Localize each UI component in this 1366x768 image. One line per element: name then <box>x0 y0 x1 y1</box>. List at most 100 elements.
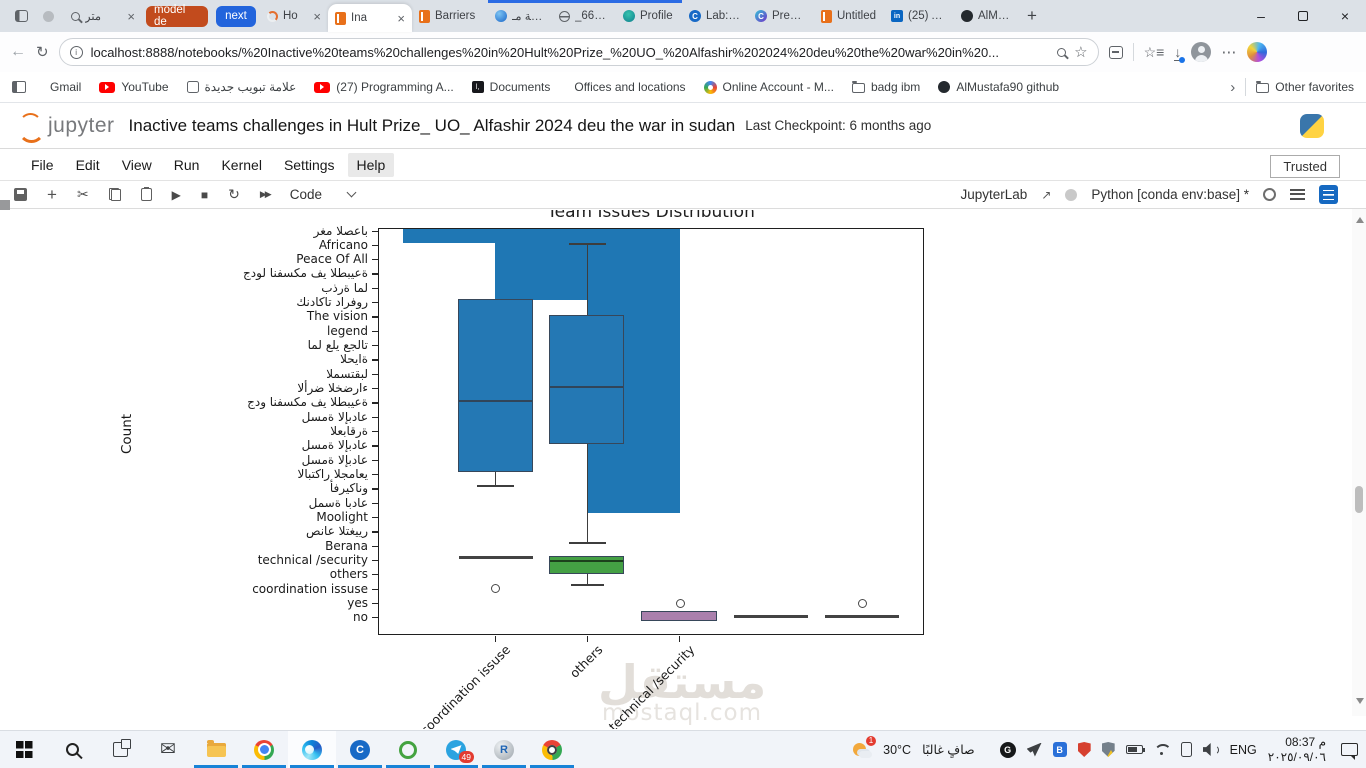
notebook-title[interactable]: Inactive teams challenges in Hult Prize_… <box>129 116 736 136</box>
bookmark-item[interactable]: Gmail <box>44 80 81 94</box>
bookmark-item[interactable]: Documents <box>471 80 550 94</box>
close-icon[interactable]: × <box>313 10 321 23</box>
browser-tab[interactable]: Barriers <box>412 0 488 32</box>
copilot-icon[interactable] <box>1247 42 1268 62</box>
browser-tab[interactable]: (25) AL- <box>884 0 954 32</box>
settings-panel-icon[interactable] <box>1319 185 1338 204</box>
taskbar-app-ring[interactable] <box>384 731 432 768</box>
close-icon[interactable]: × <box>397 12 405 25</box>
wifi-icon[interactable] <box>1154 744 1170 756</box>
paste-cell-button[interactable] <box>140 186 152 201</box>
taskbar-app-explorer[interactable] <box>192 731 240 768</box>
close-button[interactable]: × <box>1324 0 1366 32</box>
cell-type-dropdown[interactable]: Code <box>290 187 357 202</box>
restart-kernel-button[interactable]: ↻ <box>228 186 240 203</box>
shield-warn-icon[interactable] <box>1101 742 1115 757</box>
bookmark-item[interactable]: Offices and locations <box>568 80 685 94</box>
taskbar-app-canva-app[interactable] <box>336 731 384 768</box>
browser-tab[interactable]: AlMusta <box>954 0 1020 32</box>
bookmark-item[interactable]: badg ibm <box>851 80 920 94</box>
bookmark-item[interactable]: (27) Programming A... <box>314 80 454 94</box>
browser-tab[interactable]: Profile <box>616 0 682 32</box>
menu-kernel[interactable]: Kernel <box>212 153 270 177</box>
menu-settings[interactable]: Settings <box>275 153 344 177</box>
shield-red-icon[interactable] <box>1077 742 1091 757</box>
language-indicator[interactable]: ENG <box>1230 743 1257 757</box>
browser-tab[interactable]: _661e8c <box>552 0 616 32</box>
trusted-button[interactable]: Trusted <box>1270 155 1340 178</box>
notification-center-icon[interactable] <box>1341 743 1358 760</box>
save-button[interactable] <box>14 188 27 201</box>
phone-icon[interactable] <box>1180 742 1192 757</box>
run-all-button[interactable]: ▶▶ <box>260 189 272 200</box>
minimize-button[interactable]: – <box>1240 0 1282 32</box>
jupyter-logo-icon[interactable] <box>14 112 45 143</box>
add-cell-button[interactable]: + <box>47 185 57 205</box>
browser-tab[interactable]: Presenta <box>748 0 814 32</box>
taskbar-app-chrome-profile[interactable] <box>528 731 576 768</box>
scrollbar-thumb[interactable] <box>1355 486 1363 513</box>
copy-cell-button[interactable] <box>108 188 121 201</box>
jupyter-logo-text[interactable]: jupyter <box>48 114 115 138</box>
taskbar-app-telegram-app[interactable]: 49 <box>432 731 480 768</box>
menu-run[interactable]: Run <box>165 153 209 177</box>
browser-tab[interactable] <box>36 0 64 32</box>
notification-menu-icon[interactable] <box>1290 189 1305 200</box>
menu-help[interactable]: Help <box>347 152 395 177</box>
address-bar[interactable]: i localhost:8888/notebooks/%20Inactive%2… <box>58 38 1099 66</box>
battery-icon[interactable] <box>1125 745 1146 754</box>
back-icon[interactable]: ← <box>10 43 26 61</box>
scroll-up-icon[interactable] <box>1355 217 1364 223</box>
new-tab-button[interactable]: + <box>1020 0 1050 32</box>
volume-icon[interactable] <box>1203 743 1219 756</box>
browser-essentials-icon[interactable] <box>1108 45 1123 59</box>
taskbar-app-rstudio[interactable] <box>480 731 528 768</box>
browser-tab[interactable]: متر × <box>64 0 142 32</box>
menu-edit[interactable]: Edit <box>67 153 109 177</box>
taskbar-app-mail[interactable]: ✉ <box>144 731 192 768</box>
weather-temp[interactable]: 30°C <box>883 743 911 757</box>
debugger-icon[interactable] <box>1065 188 1078 201</box>
kernel-name[interactable]: Python [conda env:base] * <box>1091 187 1249 202</box>
url-text[interactable]: localhost:8888/notebooks/%20Inactive%20t… <box>91 45 1050 60</box>
taskbar-app-tsearch[interactable] <box>48 731 96 768</box>
taskbar-app-edge[interactable] <box>288 731 336 768</box>
zoom-page-icon[interactable] <box>1057 47 1067 57</box>
menu-file[interactable]: File <box>22 153 63 177</box>
scroll-down-icon[interactable] <box>1355 698 1364 704</box>
browser-menu-icon[interactable]: ⋯ <box>1221 43 1237 61</box>
sidebar-icon[interactable] <box>12 81 26 93</box>
clock[interactable]: 08:37 م ٢٠٢٥/٠٩/٠٦ <box>1268 735 1326 765</box>
taskbar-app-taskview[interactable] <box>96 731 144 768</box>
weather-desc[interactable]: صافٍ غالبًا <box>922 742 975 757</box>
favorites-bar-icon[interactable]: ☆≡ <box>1144 44 1165 61</box>
tab-group[interactable]: next <box>216 5 256 27</box>
g-icon[interactable] <box>999 741 1016 758</box>
bt-icon[interactable] <box>1052 742 1067 757</box>
tab-group[interactable]: model de <box>146 4 208 28</box>
taskbar-app-win[interactable] <box>0 731 48 768</box>
bookmarks-overflow-icon[interactable]: › <box>1230 79 1235 96</box>
downloads-icon[interactable]: ↓ <box>1174 44 1186 63</box>
maximize-button[interactable] <box>1282 0 1324 32</box>
stop-kernel-button[interactable]: ■ <box>201 188 208 202</box>
bookmark-item[interactable]: علامة تبويب جديدة <box>186 80 296 94</box>
bookmark-item[interactable]: AlMustafa90 github <box>938 80 1059 94</box>
weather-icon[interactable]: 1 <box>852 735 877 760</box>
browser-tab[interactable]: Untitled <box>814 0 884 32</box>
plane-icon[interactable] <box>1026 742 1042 757</box>
menu-view[interactable]: View <box>113 153 161 177</box>
site-info-icon[interactable]: i <box>69 45 83 59</box>
cut-cell-button[interactable]: ✂ <box>77 186 89 203</box>
other-favorites[interactable]: Other favorites <box>1256 80 1354 94</box>
browser-tab[interactable]: إضافة مـ <box>488 0 552 32</box>
favorite-star-icon[interactable]: ☆ <box>1074 43 1087 61</box>
refresh-icon[interactable]: ↻ <box>36 43 49 61</box>
browser-tab[interactable] <box>8 0 36 32</box>
close-icon[interactable]: × <box>127 10 135 23</box>
browser-tab[interactable]: Ho × <box>260 0 328 32</box>
page-scrollbar[interactable] <box>1352 209 1366 716</box>
run-cell-button[interactable]: ▶ <box>172 188 181 202</box>
bookmark-item[interactable]: YouTube <box>99 80 169 94</box>
profile-avatar[interactable] <box>1191 42 1212 62</box>
